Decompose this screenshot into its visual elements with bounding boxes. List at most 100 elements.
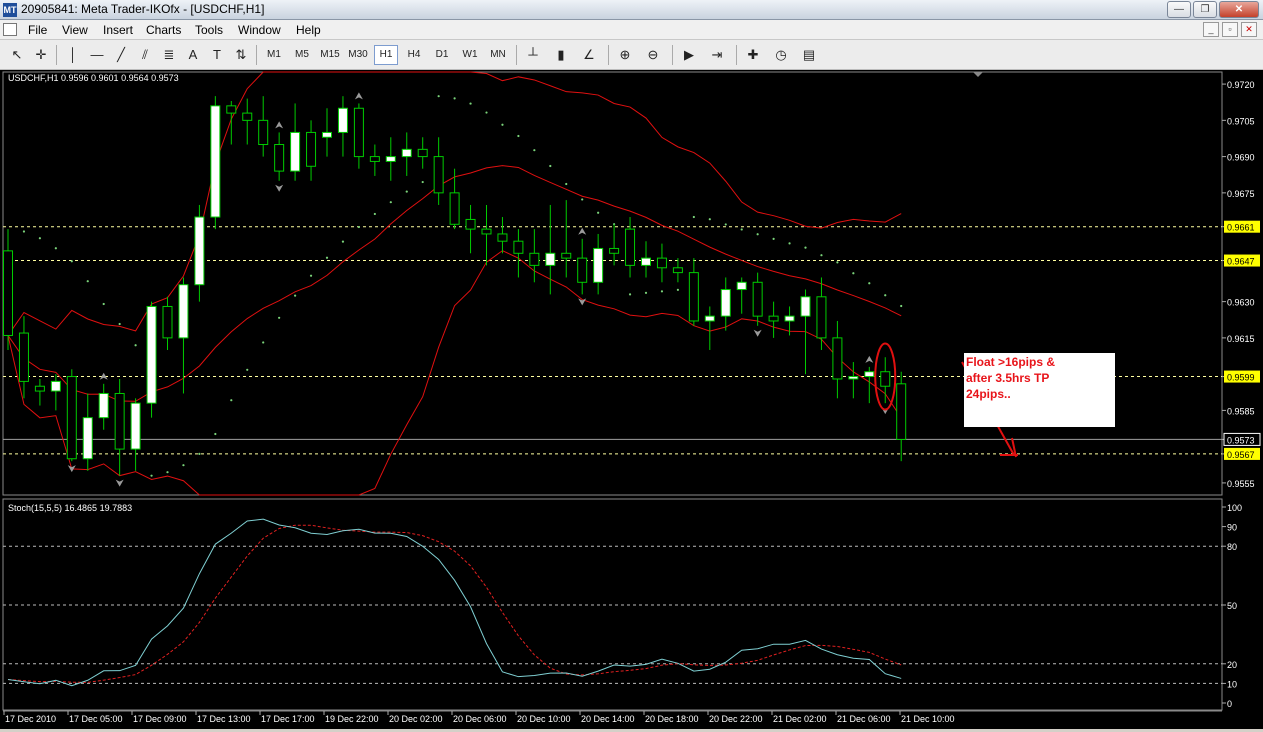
maximize-button[interactable]: ❐ — [1193, 1, 1217, 18]
trendline-icon[interactable]: ╱ — [110, 45, 132, 65]
candle-body — [641, 257, 651, 266]
candle-body — [50, 380, 61, 392]
sar-dot — [246, 368, 249, 371]
stochastic-level-label: 100 — [1227, 503, 1242, 513]
sar-dot — [788, 242, 791, 245]
stochastic-level-label: 20 — [1227, 660, 1237, 670]
price-label: 0.9661 — [1227, 223, 1255, 233]
time-label: 17 Dec 2010 — [5, 714, 56, 724]
cursor-icon[interactable]: ↖ — [6, 45, 28, 65]
chart-window[interactable]: 0.9720 0.9705 0.9690 0.9675 0.9661 0.9647 0.96… — [0, 70, 1263, 730]
candle-body — [465, 218, 476, 230]
candle-body — [258, 119, 269, 146]
timeframe-h4[interactable]: H4 — [402, 45, 426, 65]
sar-dot — [341, 240, 345, 243]
menu-window[interactable]: Window — [238, 23, 281, 37]
candle-body — [832, 337, 843, 380]
candle-body — [768, 315, 779, 322]
arrows-icon[interactable]: ⇅ — [230, 45, 252, 65]
equidistant-channel-icon[interactable]: ⫽ — [134, 45, 156, 65]
menu-help[interactable]: Help — [296, 23, 321, 37]
fractal-up-arrow — [578, 227, 587, 235]
sar-dot — [708, 218, 711, 221]
fractal-down-arrow — [753, 329, 762, 337]
candle-body — [274, 144, 285, 172]
text-icon[interactable]: A — [182, 45, 204, 65]
timeframe-m1[interactable]: M1 — [262, 45, 286, 65]
candle-body — [146, 305, 157, 404]
price-label: 0.9585 — [1227, 406, 1255, 416]
chart-shift-icon[interactable]: ⇥ — [706, 45, 728, 65]
zoom-in-icon[interactable]: ⊕ — [614, 45, 636, 65]
vertical-line-icon[interactable]: │ — [62, 45, 84, 65]
chart-shift-marker — [973, 72, 983, 77]
timeframe-h1[interactable]: H1 — [374, 45, 398, 65]
price-label: 0.9573 — [1227, 435, 1255, 445]
time-label: 20 Dec 14:00 — [581, 714, 635, 724]
candle-body — [66, 376, 77, 460]
timeframe-w1[interactable]: W1 — [458, 45, 482, 65]
window-title: 20905841: Meta Trader-IKOfx - [USDCHF,H1… — [21, 2, 265, 16]
sar-dot — [38, 237, 42, 240]
menu-view[interactable]: View — [62, 23, 88, 37]
crosshair-icon[interactable]: ✛ — [30, 45, 52, 65]
candlestick-icon[interactable]: ▮ — [550, 45, 572, 65]
time-label: 17 Dec 17:00 — [261, 714, 315, 724]
candle-body — [226, 105, 237, 114]
timeframe-mn[interactable]: MN — [486, 45, 510, 65]
toolbar-separator — [56, 45, 57, 65]
timeframe-d1[interactable]: D1 — [430, 45, 454, 65]
sar-dot — [820, 254, 823, 257]
time-label: 21 Dec 10:00 — [901, 714, 955, 724]
periods-icon[interactable]: ◷ — [770, 45, 792, 65]
text-label-icon[interactable]: T — [206, 45, 228, 65]
menu-file[interactable]: File — [28, 23, 47, 37]
main-panel-border — [2, 71, 1223, 496]
bar-chart-icon[interactable]: ┴ — [522, 45, 544, 65]
sar-dot — [373, 212, 376, 216]
menu-charts[interactable]: Charts — [146, 23, 181, 37]
child-restore-button[interactable]: ▫ — [1222, 22, 1238, 37]
templates-icon[interactable]: ▤ — [798, 45, 820, 65]
toolbar-separator — [672, 45, 673, 65]
timeframe-m5[interactable]: M5 — [290, 45, 314, 65]
menu-tools[interactable]: Tools — [195, 23, 223, 37]
sar-dot — [182, 464, 185, 467]
child-window-icon[interactable] — [3, 23, 17, 36]
candle-body — [322, 131, 332, 138]
sar-dot — [676, 288, 680, 291]
candle-body — [896, 383, 907, 440]
price-label: 0.9567 — [1227, 450, 1255, 460]
auto-scroll-icon[interactable]: ▶ — [678, 45, 700, 65]
candle-body — [848, 376, 859, 380]
stochastic-signal-line — [7, 524, 902, 683]
stochastic-level-label: 10 — [1227, 679, 1237, 689]
price-label: 0.9720 — [1227, 80, 1255, 90]
candle-body — [385, 156, 396, 162]
stochastic-header: Stoch(15,5,5) 16.4865 19.7883 — [8, 503, 132, 513]
time-label: 20 Dec 02:00 — [389, 714, 443, 724]
child-close-button[interactable]: ✕ — [1241, 22, 1257, 37]
symbol-header: USDCHF,H1 0.9596 0.9601 0.9564 0.9573 — [8, 73, 179, 83]
sar-dot — [549, 164, 552, 168]
close-button[interactable]: ✕ — [1219, 1, 1259, 18]
fractal-down-arrow — [275, 184, 284, 192]
sar-dot — [772, 237, 775, 241]
stochastic-level-label: 0 — [1227, 699, 1232, 709]
sar-dot — [421, 180, 424, 184]
sar-dot — [692, 215, 695, 219]
sar-dot — [868, 282, 871, 285]
fibonacci-icon[interactable]: ≣ — [158, 45, 180, 65]
timeframe-m15[interactable]: M15 — [318, 45, 342, 65]
zoom-out-icon[interactable]: ⊖ — [642, 45, 664, 65]
menu-insert[interactable]: Insert — [103, 23, 133, 37]
timeframe-m30[interactable]: M30 — [346, 45, 370, 65]
minimize-button[interactable]: — — [1167, 1, 1191, 18]
sar-dot — [533, 149, 536, 152]
time-label: 21 Dec 06:00 — [837, 714, 891, 724]
child-minimize-button[interactable]: _ — [1203, 22, 1219, 37]
line-chart-icon[interactable]: ∠ — [578, 45, 600, 65]
indicators-icon[interactable]: ✚ — [742, 45, 764, 65]
candle-body — [306, 131, 317, 167]
horizontal-line-icon[interactable]: — — [86, 45, 108, 65]
